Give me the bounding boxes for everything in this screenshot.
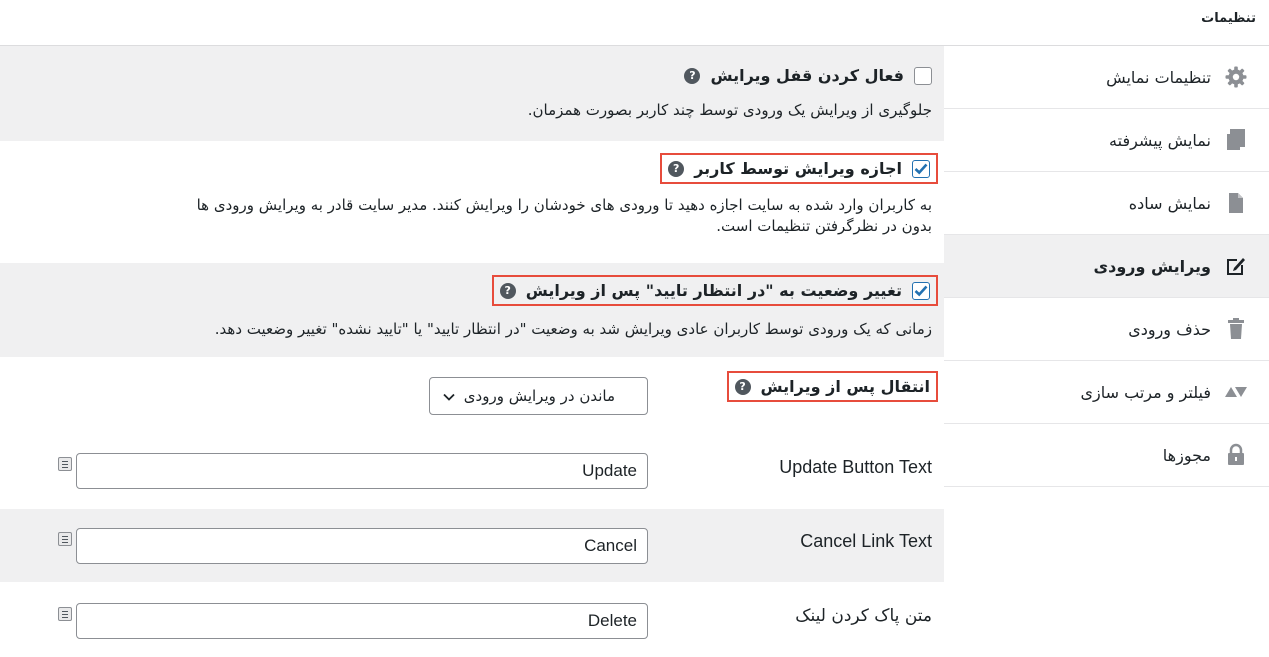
triangles-icon — [1223, 379, 1249, 405]
help-icon[interactable]: ? — [499, 282, 516, 299]
document-icon — [1223, 190, 1249, 216]
sidebar-item-label: نمایش ساده — [1128, 193, 1211, 213]
update-button-text-input[interactable] — [76, 453, 648, 489]
sidebar-item-label: تنظیمات نمایش — [1106, 67, 1211, 87]
user-edit-description-line2: بدون در نظرگرفتن تنظیمات است. — [716, 217, 932, 235]
trash-icon — [1223, 316, 1249, 342]
sidebar-item-label: ویرایش ورودی — [1093, 256, 1211, 276]
sidebar-item-simple-view[interactable]: نمایش ساده — [944, 172, 1269, 235]
sidebar-item-label: حذف ورودی — [1128, 319, 1211, 339]
sidebar-item-filter-sort[interactable]: فیلتر و مرتب سازی — [944, 361, 1269, 424]
delete-link-text-input[interactable] — [76, 603, 648, 639]
user-edit-checkbox[interactable] — [912, 159, 930, 178]
user-edit-description-line1: به کاربران وارد شده به سایت اجازه دهید ت… — [196, 196, 932, 214]
chevron-down-icon — [443, 393, 455, 401]
edit-lock-description: جلوگیری از ویرایش یک ورودی توسط چند کارب… — [527, 101, 932, 119]
sidebar-item-label: فیلتر و مرتب سازی — [1080, 382, 1211, 402]
cancel-link-label: Cancel Link Text — [800, 531, 932, 551]
delete-link-label: متن پاک کردن لینک — [795, 606, 932, 626]
user-edit-label: اجازه ویرایش توسط کاربر — [694, 159, 902, 178]
redirect-head: انتقال پس از ویرایش ? — [726, 371, 939, 402]
setting-row-user-edit: اجازه ویرایش توسط کاربر ? به کاربران وار… — [0, 141, 944, 263]
lock-icon — [1223, 442, 1249, 468]
help-icon[interactable]: ? — [734, 378, 751, 395]
redirect-select[interactable]: ماندن در ویرایش ورودی — [429, 377, 648, 415]
pending-status-head: تغییر وضعیت به "در انتظار تایید" پس از و… — [491, 275, 939, 306]
copy-icon — [1223, 127, 1249, 153]
sidebar-item-display-settings[interactable]: تنظیمات نمایش — [944, 46, 1269, 109]
pending-status-checkbox[interactable] — [912, 281, 930, 300]
merge-tag-icon[interactable] — [58, 532, 72, 546]
merge-tag-icon[interactable] — [58, 457, 72, 471]
pending-status-description: زمانی که یک ورودی توسط کاربران عادی ویرا… — [214, 320, 932, 338]
edit-lock-head: فعال کردن قفل ویرایش ? — [684, 66, 932, 85]
cancel-link-text-input[interactable] — [76, 528, 648, 564]
setting-row-edit-lock: فعال کردن قفل ویرایش ? جلوگیری از ویرایش… — [0, 46, 944, 141]
settings-sidebar: تنظیمات نمایش نمایش پیشرفته نمایش ساده و… — [943, 46, 1269, 490]
check-icon — [914, 163, 928, 174]
page-title: تنظیمات — [1201, 11, 1256, 26]
sidebar-item-label: مجوزها — [1162, 445, 1211, 465]
help-icon[interactable]: ? — [684, 67, 701, 84]
sidebar-item-entry-edit[interactable]: ویرایش ورودی — [944, 235, 1269, 298]
gear-icon — [1223, 64, 1249, 90]
sidebar-item-label: نمایش پیشرفته — [1109, 130, 1211, 150]
sidebar-item-permissions[interactable]: مجوزها — [944, 424, 1269, 487]
edit-lock-checkbox[interactable] — [914, 66, 932, 85]
page-header: تنظیمات — [0, 0, 1269, 46]
sidebar-item-delete-entry[interactable]: حذف ورودی — [944, 298, 1269, 361]
edit-lock-label: فعال کردن قفل ویرایش — [710, 66, 904, 85]
check-icon — [914, 285, 928, 296]
user-edit-head: اجازه ویرایش توسط کاربر ? — [660, 153, 938, 184]
setting-row-pending-status: تغییر وضعیت به "در انتظار تایید" پس از و… — [0, 263, 944, 357]
update-button-label: Update Button Text — [779, 457, 932, 477]
user-edit-description: به کاربران وارد شده به سایت اجازه دهید ت… — [197, 195, 932, 237]
pending-status-label: تغییر وضعیت به "در انتظار تایید" پس از و… — [525, 281, 902, 300]
sidebar-item-advanced-view[interactable]: نمایش پیشرفته — [944, 109, 1269, 172]
redirect-label: انتقال پس از ویرایش — [760, 377, 930, 396]
redirect-selected-value: ماندن در ویرایش ورودی — [463, 387, 615, 405]
help-icon[interactable]: ? — [668, 160, 685, 177]
edit-icon — [1223, 253, 1249, 279]
merge-tag-icon[interactable] — [58, 607, 72, 621]
settings-panel: فعال کردن قفل ویرایش ? جلوگیری از ویرایش… — [0, 46, 944, 657]
